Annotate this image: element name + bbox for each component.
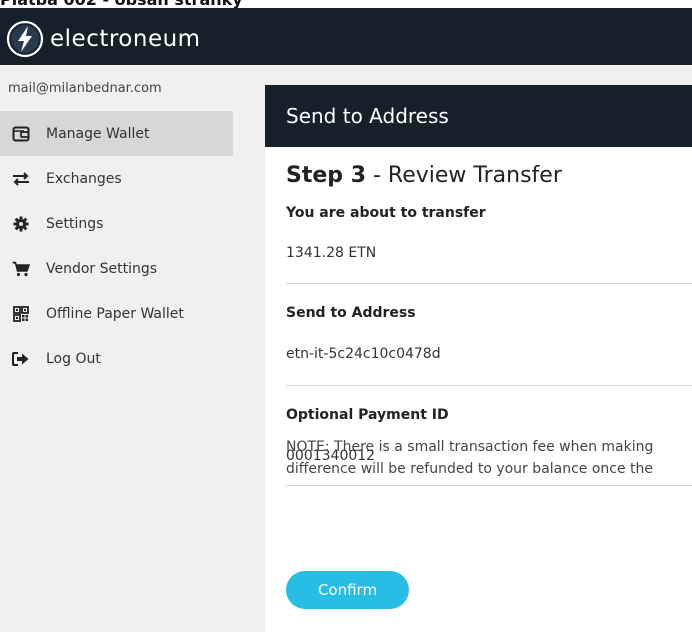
brand-name: electroneum	[50, 26, 201, 52]
gear-icon	[10, 216, 32, 232]
sidebar-item-label: Log Out	[46, 350, 101, 367]
sidebar-item-label: Vendor Settings	[46, 260, 158, 277]
user-email: mail@milanbednar.com	[8, 81, 162, 96]
sidebar-item-settings[interactable]: Settings	[0, 201, 233, 246]
step-number: Step 3	[286, 163, 366, 188]
sidebar-item-label: Manage Wallet	[46, 125, 150, 142]
exchange-arrows-icon	[10, 171, 32, 187]
sidebar-item-exchanges[interactable]: Exchanges	[0, 156, 233, 201]
logout-icon	[10, 351, 32, 367]
sidebar-nav: Manage Wallet Exchanges Settings Vendor …	[0, 111, 233, 381]
card-title: Send to Address	[286, 104, 449, 128]
sidebar-item-log-out[interactable]: Log Out	[0, 336, 233, 381]
page-caption: Platba 002 - obsah stránky	[0, 0, 243, 8]
cart-icon	[10, 261, 32, 277]
step-description: - Review Transfer	[366, 163, 562, 188]
logo[interactable]: electroneum	[6, 20, 201, 58]
address-value: etn-it-5c24c10c0478d	[286, 346, 441, 362]
card-header: Send to Address	[265, 85, 692, 147]
sidebar-item-label: Settings	[46, 215, 104, 232]
payment-id-label: Optional Payment ID	[286, 407, 449, 423]
divider	[286, 485, 692, 486]
step-title: Step 3 - Review Transfer	[286, 163, 562, 188]
sidebar: mail@milanbednar.com Manage Wallet Excha…	[0, 65, 233, 632]
sidebar-item-vendor-settings[interactable]: Vendor Settings	[0, 246, 233, 291]
fee-note-line-1: NOTE: There is a small transaction fee w…	[286, 439, 654, 455]
confirm-button[interactable]: Confirm	[286, 571, 409, 609]
divider	[286, 385, 692, 386]
electroneum-logo-icon	[6, 20, 44, 58]
fee-note-line-2: difference will be refunded to your bala…	[286, 461, 654, 477]
wallet-icon	[10, 126, 32, 142]
qr-code-icon	[10, 305, 32, 322]
amount-value: 1341.28 ETN	[286, 245, 377, 261]
note-wrapper: NOTE: There is a small transaction fee w…	[286, 436, 692, 480]
sidebar-item-offline-paper-wallet[interactable]: Offline Paper Wallet	[0, 291, 233, 336]
address-label: Send to Address	[286, 305, 416, 321]
top-bar: electroneum	[0, 8, 692, 65]
sidebar-item-label: Offline Paper Wallet	[46, 305, 184, 322]
sidebar-item-manage-wallet[interactable]: Manage Wallet	[0, 111, 233, 156]
amount-label: You are about to transfer	[286, 205, 486, 221]
send-to-address-card: Send to Address Step 3 - Review Transfer…	[265, 85, 692, 632]
main-content: Send to Address Step 3 - Review Transfer…	[233, 65, 692, 632]
divider	[286, 283, 692, 284]
sidebar-item-label: Exchanges	[46, 170, 122, 187]
